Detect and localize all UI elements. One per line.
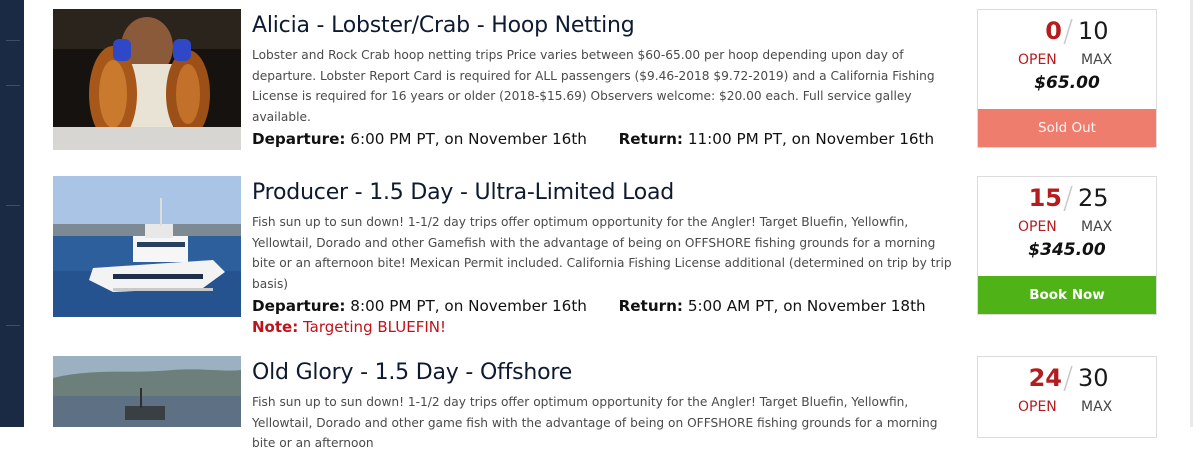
left-sidebar <box>0 0 24 427</box>
trip-info: Alicia - Lobster/Crab - Hoop Netting Lob… <box>252 9 962 148</box>
slash-divider: / <box>1062 181 1074 216</box>
max-count: 30 <box>1078 364 1109 392</box>
max-label: MAX <box>1081 219 1113 235</box>
max-count: 25 <box>1078 184 1109 212</box>
departure-label: Departure: <box>252 297 346 315</box>
trip-description: Lobster and Rock Crab hoop netting trips… <box>252 48 935 124</box>
sidebar-divider <box>6 85 20 86</box>
open-count: 0 <box>1045 17 1062 45</box>
trip-times: Departure: 8:00 PM PT, on November 16th … <box>252 297 962 315</box>
sidebar-divider <box>6 40 20 41</box>
return-value: 11:00 PM PT, on November 16th <box>687 130 935 148</box>
trip-info: Producer - 1.5 Day - Ultra-Limited Load … <box>252 176 962 336</box>
return-value: 5:00 AM PT, on November 18th <box>687 297 926 315</box>
availability-box: 0 / 10 OPEN MAX $65.00 Sold Out <box>977 9 1157 148</box>
return-label: Return: <box>618 297 684 315</box>
trip-description: Fish sun up to sun down! 1-1/2 day trips… <box>252 215 952 291</box>
trip-title[interactable]: Producer - 1.5 Day - Ultra-Limited Load <box>252 180 962 205</box>
departure-value: 8:00 PM PT, on November 16th <box>350 297 587 315</box>
trip-photo[interactable] <box>53 9 241 150</box>
trip-photo[interactable] <box>53 176 241 317</box>
trip-title[interactable]: Old Glory - 1.5 Day - Offshore <box>252 360 962 385</box>
open-count: 15 <box>1028 184 1062 212</box>
sold-out-button[interactable]: Sold Out <box>978 109 1156 147</box>
trip-title[interactable]: Alicia - Lobster/Crab - Hoop Netting <box>252 13 962 38</box>
note-label: Note: <box>252 318 299 336</box>
departure-label: Departure: <box>252 130 346 148</box>
availability-box: 15 / 25 OPEN MAX $345.00 Book Now <box>977 176 1157 315</box>
note-text: Targeting BLUEFIN! <box>302 318 446 336</box>
trip-price: $65.00 <box>1034 73 1100 93</box>
trip-photo[interactable] <box>53 356 241 427</box>
availability-box: 24 / 30 OPEN MAX <box>977 356 1157 438</box>
slash-divider: / <box>1062 14 1074 49</box>
open-label: OPEN <box>1018 52 1057 68</box>
open-label: OPEN <box>1018 399 1057 415</box>
open-count: 24 <box>1028 364 1062 392</box>
trip-times: Departure: 6:00 PM PT, on November 16th … <box>252 130 962 148</box>
sidebar-divider <box>6 205 20 206</box>
slash-divider: / <box>1062 361 1074 396</box>
return-label: Return: <box>618 130 684 148</box>
open-label: OPEN <box>1018 219 1057 235</box>
max-count: 10 <box>1078 17 1109 45</box>
trip-price: $345.00 <box>1028 240 1106 260</box>
trip-note: Note: Targeting BLUEFIN! <box>252 318 962 336</box>
departure-value: 6:00 PM PT, on November 16th <box>350 130 587 148</box>
max-label: MAX <box>1081 399 1113 415</box>
trip-info: Old Glory - 1.5 Day - Offshore Fish sun … <box>252 356 962 454</box>
sidebar-divider <box>6 325 20 326</box>
book-now-button[interactable]: Book Now <box>978 276 1156 314</box>
trip-description: Fish sun up to sun down! 1-1/2 day trips… <box>252 395 938 450</box>
max-label: MAX <box>1081 52 1113 68</box>
